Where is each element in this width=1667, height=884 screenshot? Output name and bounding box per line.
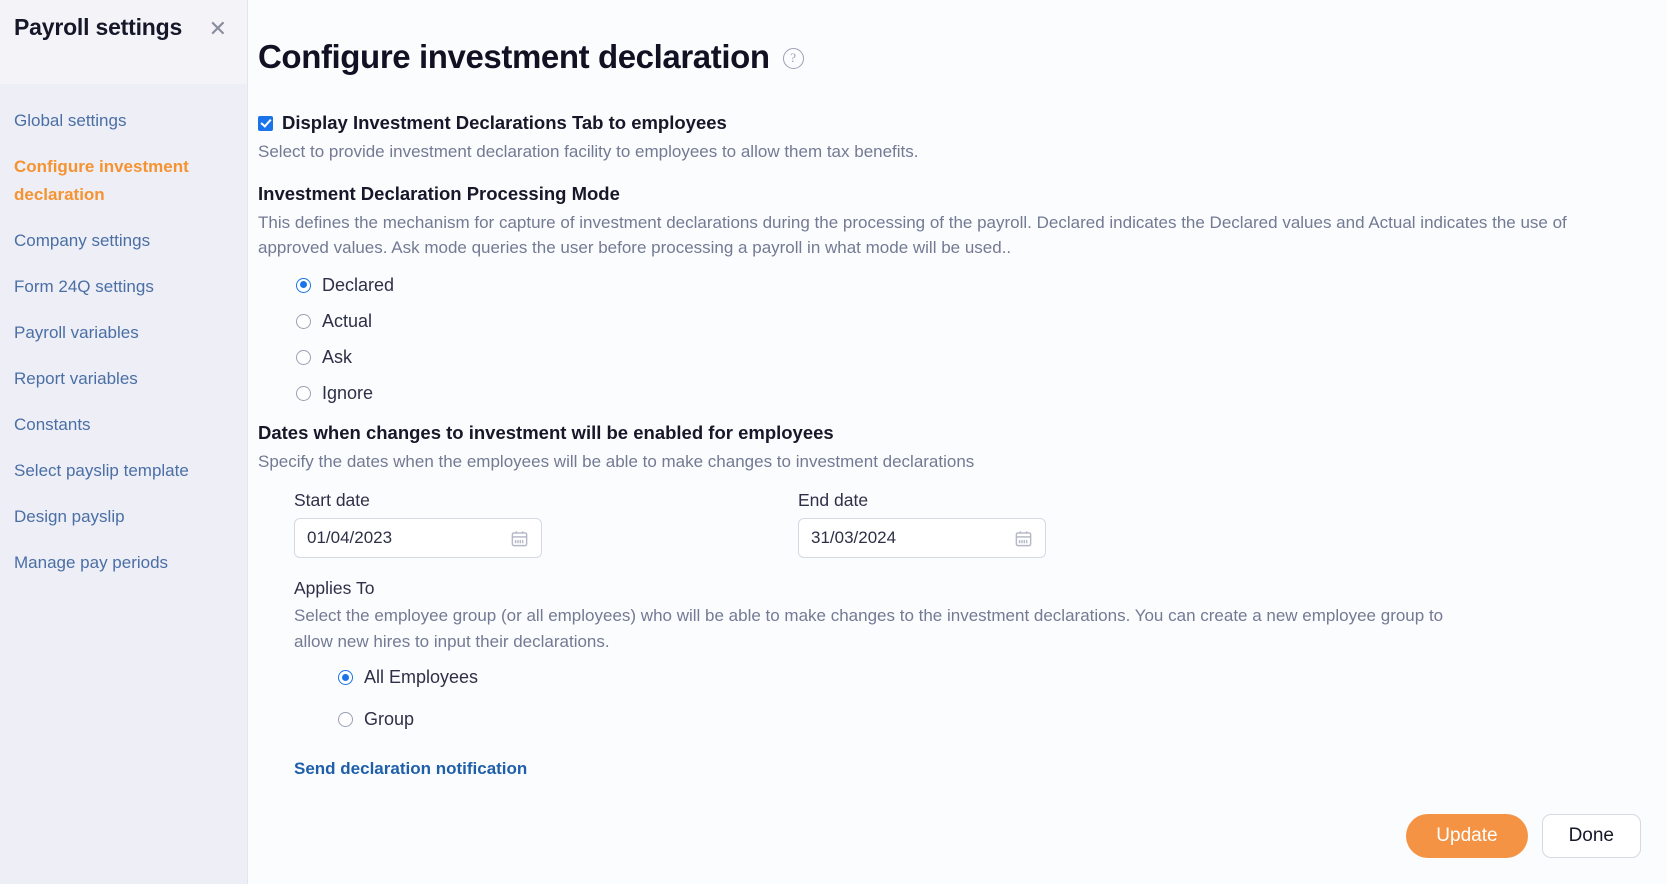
radio-all-employees-label: All Employees: [364, 667, 479, 688]
end-date-field: End date 31/03/2024: [798, 490, 1046, 559]
page-title: Configure investment declaration: [258, 38, 770, 76]
help-icon[interactable]: ?: [782, 47, 804, 69]
applies-to-description: Select the employee group (or all employ…: [294, 606, 1444, 651]
page-title-row: Configure investment declaration ?: [258, 16, 1641, 98]
radio-declared-label: Declared: [322, 274, 395, 295]
main-content: Configure investment declaration ? Displ…: [248, 0, 1667, 884]
sidebar-item-payroll-variables[interactable]: Payroll variables: [0, 310, 247, 356]
sidebar-item-configure-investment-declaration[interactable]: Configure investment declaration: [0, 144, 247, 218]
processing-mode-radio-group: Declared Actual Ask Ignore: [258, 275, 1641, 404]
display-tab-label: Display Investment Declarations Tab to e…: [282, 112, 727, 134]
footer-actions: Update Done: [1406, 814, 1641, 858]
radio-actual-icon[interactable]: [296, 313, 311, 329]
payroll-settings-modal: Payroll settings ✕ Global settings Confi…: [0, 0, 1667, 884]
dates-row: Start date 01/04/2023 End date 31/03/202…: [294, 490, 1641, 559]
radio-option-all-employees[interactable]: All Employees: [338, 667, 1641, 688]
display-tab-checkbox-row[interactable]: Display Investment Declarations Tab to e…: [258, 112, 1641, 134]
applies-to-heading: Applies To: [294, 578, 375, 599]
processing-mode-description: This defines the mechanism for capture o…: [258, 212, 1567, 258]
radio-ignore-icon[interactable]: [296, 385, 311, 401]
calendar-icon[interactable]: [1014, 529, 1033, 548]
sidebar-item-constants[interactable]: Constants: [0, 402, 247, 448]
update-button[interactable]: Update: [1406, 814, 1528, 858]
close-icon[interactable]: ✕: [207, 14, 229, 44]
sidebar-item-form-24q-settings[interactable]: Form 24Q settings: [0, 264, 247, 310]
sidebar-item-global-settings[interactable]: Global settings: [0, 98, 247, 144]
radio-option-group[interactable]: Group: [338, 709, 1641, 730]
start-date-label: Start date: [294, 490, 370, 511]
sidebar-header: Payroll settings ✕: [0, 0, 247, 84]
display-tab-checkbox[interactable]: [258, 115, 273, 131]
end-date-label: End date: [798, 490, 869, 511]
display-tab-description: Select to provide investment declaration…: [258, 142, 919, 162]
end-date-input[interactable]: 31/03/2024: [798, 518, 1046, 559]
radio-option-declared[interactable]: Declared: [296, 275, 1641, 296]
radio-ignore-label: Ignore: [322, 382, 374, 403]
radio-option-ask[interactable]: Ask: [296, 347, 1641, 368]
end-date-value: 31/03/2024: [811, 528, 897, 548]
radio-actual-label: Actual: [322, 310, 373, 331]
radio-declared-icon[interactable]: [296, 277, 311, 293]
dates-description: Specify the dates when the employees wil…: [258, 451, 975, 471]
sidebar-item-design-payslip[interactable]: Design payslip: [0, 494, 247, 540]
dates-block: Start date 01/04/2023 End date 31/03/202…: [258, 490, 1641, 779]
sidebar-item-select-payslip-template[interactable]: Select payslip template: [0, 448, 247, 494]
radio-group-label: Group: [364, 709, 415, 730]
sidebar-item-company-settings[interactable]: Company settings: [0, 218, 247, 264]
processing-mode-heading: Investment Declaration Processing Mode: [258, 182, 620, 204]
sidebar-title: Payroll settings: [14, 14, 183, 40]
radio-ask-label: Ask: [322, 346, 353, 367]
radio-group-icon[interactable]: [338, 712, 353, 728]
calendar-icon[interactable]: [510, 529, 529, 548]
applies-to-radio-group: All Employees Group: [294, 667, 1641, 730]
radio-ask-icon[interactable]: [296, 349, 311, 365]
sidebar-item-report-variables[interactable]: Report variables: [0, 356, 247, 402]
sidebar-item-manage-pay-periods[interactable]: Manage pay periods: [0, 540, 247, 586]
settings-nav: Global settings Configure investment dec…: [0, 84, 247, 884]
start-date-input[interactable]: 01/04/2023: [294, 518, 542, 559]
radio-option-ignore[interactable]: Ignore: [296, 383, 1641, 404]
start-date-field: Start date 01/04/2023: [294, 490, 542, 559]
send-declaration-notification-link[interactable]: Send declaration notification: [294, 759, 527, 779]
start-date-value: 01/04/2023: [307, 528, 393, 548]
sidebar: Payroll settings ✕ Global settings Confi…: [0, 0, 248, 884]
dates-heading: Dates when changes to investment will be…: [258, 421, 834, 443]
radio-option-actual[interactable]: Actual: [296, 311, 1641, 332]
done-button[interactable]: Done: [1541, 814, 1641, 858]
radio-all-employees-icon[interactable]: [338, 670, 353, 686]
